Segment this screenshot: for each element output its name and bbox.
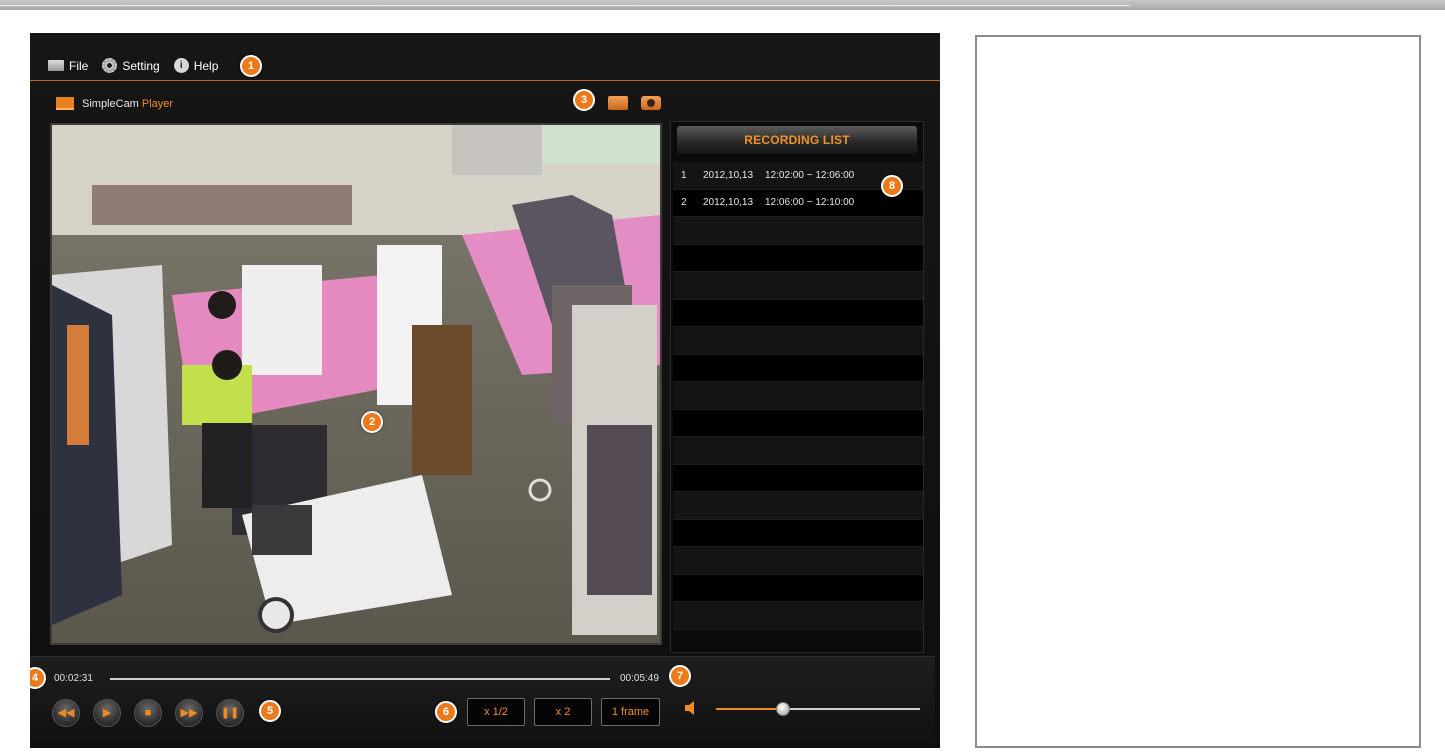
volume-knob[interactable] (776, 702, 791, 716)
stop-button[interactable]: ■ (134, 699, 162, 727)
recording-index: 1 (681, 169, 687, 181)
speed-half-button[interactable]: x 1/2 (467, 698, 525, 726)
callout-badge-6: 6 (435, 701, 457, 723)
play-button[interactable]: ▶ (93, 699, 121, 727)
menu-help[interactable]: i Help (173, 58, 219, 73)
callout-badge-8: 8 (881, 175, 903, 197)
menu-setting[interactable]: Setting (102, 58, 160, 73)
speaker-icon[interactable] (684, 701, 698, 715)
empty-list-row (673, 574, 923, 602)
callout-badge-3: 3 (573, 89, 595, 111)
callout-badge-5: 5 (259, 700, 281, 722)
recording-list: 1 2012,10,13 12:02:00 ~ 12:06:00 2 2012,… (673, 162, 923, 630)
empty-list-row (673, 409, 923, 437)
menu-setting-label: Setting (122, 58, 160, 73)
recording-time-range: 12:06:00 ~ 12:10:00 (765, 197, 855, 209)
callout-badge-1: 1 (240, 55, 262, 77)
brand-name: SimpleCam (82, 97, 139, 110)
monitor-icon (56, 97, 74, 110)
recording-list-panel: RECORDING LIST 1 2012,10,13 12:02:00 ~ 1… (670, 121, 924, 653)
seek-bar[interactable] (110, 678, 610, 680)
recording-time-range: 12:02:00 ~ 12:06:00 (765, 169, 855, 181)
play-icon: ▶ (102, 706, 112, 719)
empty-list-row (673, 217, 923, 245)
menu-file[interactable]: File (48, 59, 88, 73)
recording-date: 2012,10,13 (703, 197, 754, 209)
recording-index: 2 (681, 197, 687, 209)
empty-list-row (673, 327, 923, 355)
volume-fill (716, 708, 784, 710)
menu-help-label: Help (193, 58, 219, 73)
empty-list-row (673, 547, 923, 575)
pause-button[interactable]: ❚❚ (216, 699, 244, 727)
camera-frame (52, 125, 660, 643)
top-strip-line (0, 5, 1130, 6)
fast-forward-button[interactable]: ▶▶ (175, 699, 203, 727)
total-time: 00:05:49 (620, 673, 659, 684)
empty-list-row (673, 272, 923, 300)
gear-icon (102, 58, 118, 73)
rewind-icon: ◀◀ (57, 706, 75, 719)
current-time: 00:02:31 (54, 673, 93, 684)
empty-list-row (673, 492, 923, 520)
speed-double-button[interactable]: x 2 (534, 698, 592, 726)
empty-list-row (673, 464, 923, 492)
recording-list-header: RECORDING LIST (677, 126, 917, 154)
callout-badge-2: 2 (361, 411, 383, 433)
rewind-button[interactable]: ◀◀ (52, 699, 80, 727)
folder-icon (48, 60, 64, 71)
playback-controls: 00:02:31 00:05:49 ◀◀ ▶ ■ ▶▶ ❚❚ x 1/2 x 2… (30, 656, 935, 743)
camera-icon[interactable] (641, 96, 661, 110)
empty-list-row (673, 354, 923, 382)
menu-file-label: File (69, 58, 89, 73)
blank-side-panel (975, 35, 1421, 748)
app-brand: SimpleCam Player (56, 97, 173, 110)
empty-list-row (673, 519, 923, 547)
video-view[interactable] (50, 123, 662, 645)
callout-badge-7: 7 (669, 665, 691, 687)
frame-step-button[interactable]: 1 frame (601, 698, 660, 726)
stop-icon: ■ (144, 706, 152, 719)
empty-list-row (673, 382, 923, 410)
empty-list-row (673, 299, 923, 327)
fast-forward-icon: ▶▶ (180, 706, 198, 719)
volume-slider[interactable] (716, 702, 920, 716)
empty-list-row (673, 602, 923, 630)
simplecam-player-window: File Setting i Help 1 SimpleCam Player 3 (30, 33, 940, 748)
recording-date: 2012,10,13 (703, 169, 754, 181)
record-folder-icon[interactable] (608, 96, 628, 110)
brand-suffix: Player (141, 97, 174, 110)
menu-bar: File Setting i Help (30, 51, 940, 81)
top-strip (0, 0, 1445, 10)
empty-list-row (673, 244, 923, 272)
pause-icon: ❚❚ (220, 706, 240, 719)
help-icon: i (173, 58, 189, 73)
empty-list-row (673, 437, 923, 465)
